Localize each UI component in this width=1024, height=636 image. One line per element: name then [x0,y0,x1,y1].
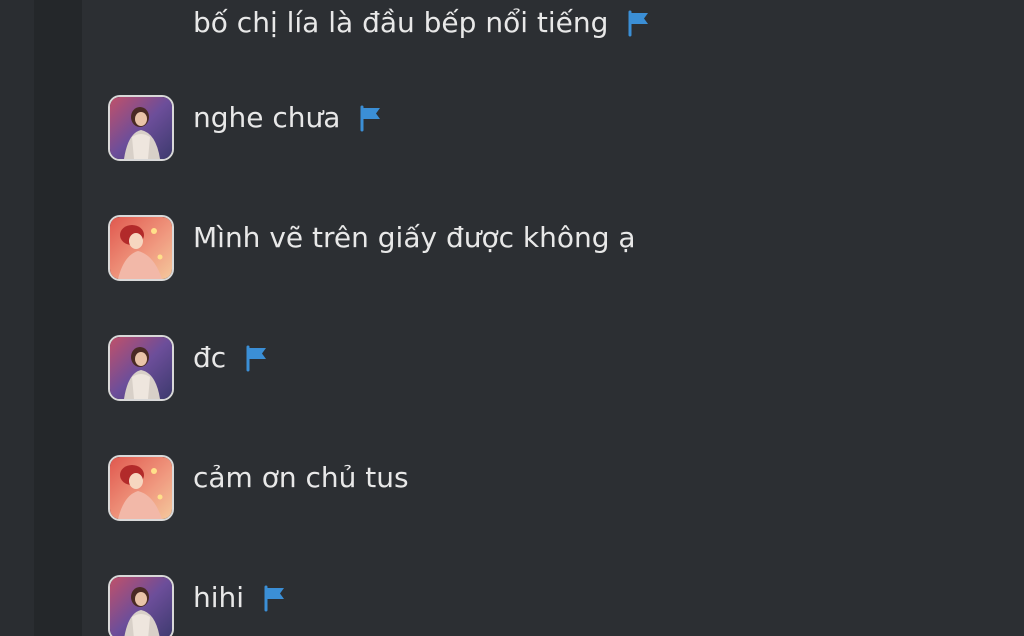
message-item[interactable]: hihi [108,575,1008,636]
message-item[interactable]: cảm ơn chủ tus [108,455,1008,525]
avatar-girl-purple-image [110,337,172,399]
message-text: cảm ơn chủ tus [193,461,409,494]
message-text: bố chị lía là đầu bếp nổi tiếng [193,6,609,39]
flag-icon[interactable] [244,344,270,372]
message-item[interactable]: đc [108,335,1008,405]
flag-icon[interactable] [626,9,652,37]
message-text: nghe chưa [193,101,341,134]
avatar-girl-red-image [110,457,172,519]
message-content: đc [193,335,270,381]
message-text: đc [193,341,227,374]
message-text: hihi [193,581,245,614]
avatar-girl-purple-image [110,577,172,636]
flag-icon[interactable] [358,104,384,132]
channel-rail [34,0,82,636]
user-avatar[interactable] [108,335,174,401]
user-avatar[interactable] [108,95,174,161]
message-list[interactable]: bố chị lía là đầu bếp nổi tiếng nghe chư… [82,0,1024,636]
message-content: cảm ơn chủ tus [193,455,409,501]
avatar-girl-red-image [110,217,172,279]
message-content: bố chị lía là đầu bếp nổi tiếng [193,0,652,46]
user-avatar[interactable] [108,575,174,636]
flag-icon[interactable] [262,584,288,612]
avatar-girl-purple-image [110,97,172,159]
message-text: Mình vẽ trên giấy được không ạ [193,221,636,254]
server-rail [0,0,34,636]
message-content: Mình vẽ trên giấy được không ạ [193,215,636,261]
message-content: nghe chưa [193,95,384,141]
user-avatar[interactable] [108,455,174,521]
message-item[interactable]: nghe chưa [108,95,1008,165]
chat-window: bố chị lía là đầu bếp nổi tiếng nghe chư… [0,0,1024,636]
message-content: hihi [193,575,288,621]
user-avatar[interactable] [108,215,174,281]
message-item[interactable]: Mình vẽ trên giấy được không ạ [108,215,1008,285]
message-item[interactable]: bố chị lía là đầu bếp nổi tiếng [108,0,1008,70]
